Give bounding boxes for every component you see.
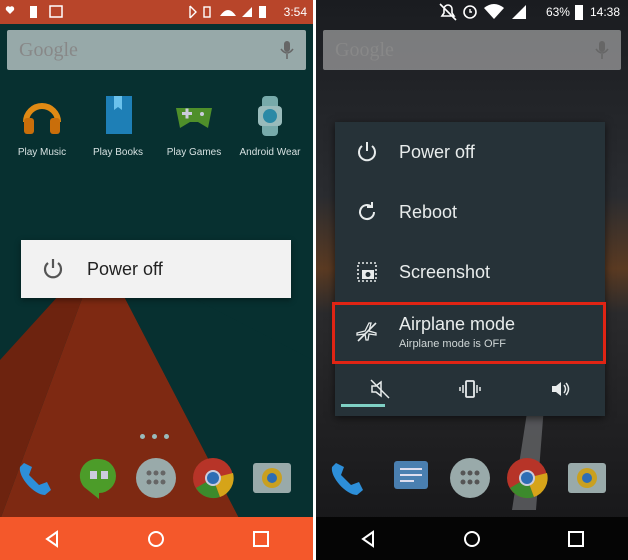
app-play-games[interactable]: Play Games [158,94,230,158]
phone-icon[interactable] [326,455,372,501]
screenshot-label: Screenshot [399,261,491,282]
status-time: 3:54 [283,5,307,19]
battery-icon [574,5,583,20]
active-sound-indicator [341,404,385,407]
app-drawer-icon[interactable] [133,455,179,501]
app-play-books[interactable]: Play Books [82,94,154,158]
hangouts-icon[interactable] [76,455,122,501]
app-label: Android Wear [239,147,301,158]
book-icon [106,96,132,134]
system-status-icons [188,5,266,19]
right-phone-screen: 63% 14:38 Google Power off Reboot Screen… [316,0,628,560]
power-off-item[interactable]: Power off [335,122,605,182]
google-logo: Google [335,38,394,61]
search-bar[interactable]: Google [7,30,306,70]
google-logo: Google [19,38,78,61]
system-status-icons [439,3,526,21]
back-icon[interactable] [42,529,62,549]
power-icon [358,142,376,162]
notification-icons [5,5,63,18]
airplane-mode-highlight [332,302,606,364]
app-label: Play Music [17,147,67,158]
power-off-label: Power off [399,141,475,162]
page-indicator [140,434,169,439]
dock [0,455,313,511]
volume-icon[interactable] [549,378,571,400]
messaging-icon[interactable] [388,455,434,501]
app-label: Play Games [166,147,222,158]
screenshot-icon [357,262,377,282]
app-label: Play Books [92,147,144,158]
mute-icon[interactable] [369,378,391,400]
back-icon[interactable] [358,529,378,549]
gamepad-icon [176,108,212,128]
reboot-item[interactable]: Reboot [335,182,605,242]
recents-icon[interactable] [251,529,271,549]
home-icon[interactable] [146,529,166,549]
power-off-dialog[interactable]: Power off [21,240,291,298]
chrome-icon[interactable] [190,455,236,501]
watch-icon [258,96,282,136]
phone-icon[interactable] [14,455,60,501]
chrome-icon[interactable] [504,455,550,501]
camera-icon[interactable] [564,455,610,501]
headphones-icon [23,103,61,134]
screenshot-root: 3:54 Google Play Music Play Books Play G… [0,0,628,560]
search-bar[interactable]: Google [323,30,621,70]
app-android-wear[interactable]: Android Wear [234,94,306,158]
status-bar: 3:54 [0,0,313,24]
refresh-icon [359,202,376,221]
status-bar: 63% 14:38 [316,0,628,24]
vibrate-icon[interactable] [459,378,481,400]
app-play-music[interactable]: Play Music [6,94,78,158]
recents-icon[interactable] [566,529,586,549]
power-menu: Power off Reboot Screenshot Airplane mod… [335,122,605,416]
nav-bar [0,517,313,560]
home-icon[interactable] [462,529,482,549]
microphone-icon[interactable] [280,40,294,60]
dock [316,455,628,511]
reboot-label: Reboot [399,201,458,222]
power-icon [43,259,63,279]
left-phone-screen: 3:54 Google Play Music Play Books Play G… [0,0,313,560]
power-off-label: Power off [87,258,163,279]
app-drawer-icon[interactable] [447,455,493,501]
nav-bar [316,517,628,560]
camera-icon[interactable] [249,455,295,501]
sound-mode-row [335,362,605,416]
battery-percent: 63% [545,5,570,19]
microphone-icon[interactable] [595,40,609,60]
status-time: 14:38 [589,5,620,19]
screenshot-item[interactable]: Screenshot [335,242,605,302]
